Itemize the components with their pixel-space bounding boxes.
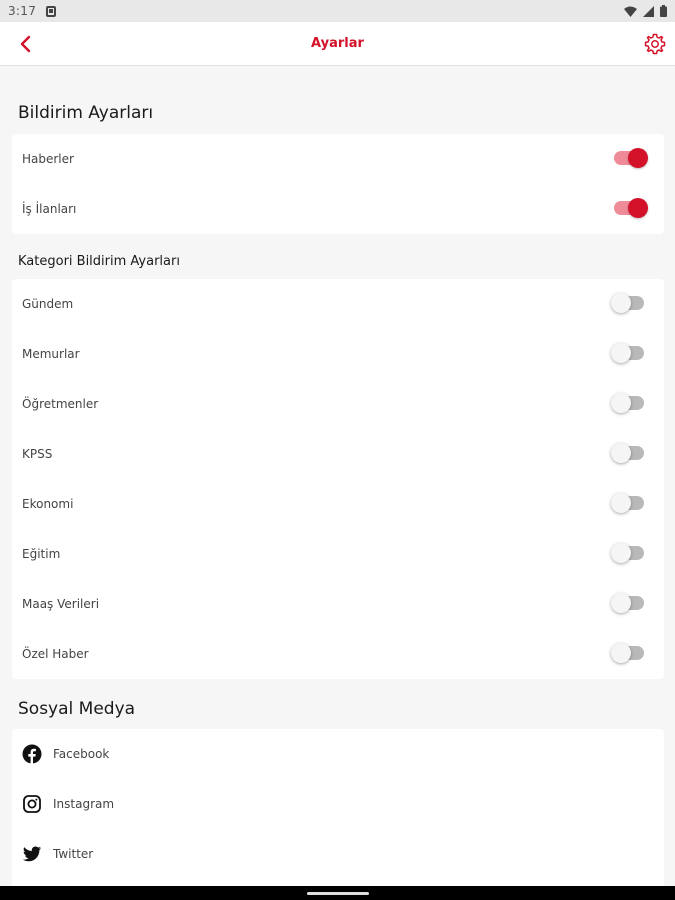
gear-icon bbox=[644, 33, 666, 55]
category-row-ekonomi[interactable]: Ekonomi bbox=[12, 479, 664, 529]
row-label: Ekonomi bbox=[22, 497, 74, 511]
row-label: Maaş Verileri bbox=[22, 597, 100, 611]
ogretmenler-toggle[interactable] bbox=[611, 393, 644, 413]
social-row-twitter[interactable]: Twitter bbox=[12, 829, 664, 879]
row-label: Memurlar bbox=[22, 347, 80, 361]
notification-settings-heading: Bildirim Ayarları bbox=[18, 103, 154, 123]
category-row-ogretmenler[interactable]: Öğretmenler bbox=[12, 379, 664, 429]
battery-icon bbox=[660, 5, 667, 17]
notification-row-haberler[interactable]: Haberler bbox=[12, 134, 664, 184]
egitim-toggle[interactable] bbox=[611, 543, 644, 563]
row-label: Twitter bbox=[53, 847, 94, 861]
instagram-icon bbox=[22, 794, 42, 814]
row-label: Instagram bbox=[53, 797, 115, 811]
is-ilanlari-toggle[interactable] bbox=[614, 198, 648, 218]
row-label: KPSS bbox=[22, 447, 53, 461]
social-media-heading: Sosyal Medya bbox=[18, 699, 136, 719]
category-row-egitim[interactable]: Eğitim bbox=[12, 529, 664, 579]
category-row-ozel-haber[interactable]: Özel Haber bbox=[12, 629, 664, 679]
row-label: Eğitim bbox=[22, 547, 61, 561]
category-row-maas-verileri[interactable]: Maaş Verileri bbox=[12, 579, 664, 629]
category-row-gundem[interactable]: Gündem bbox=[12, 279, 664, 329]
kpss-toggle[interactable] bbox=[611, 443, 644, 463]
ozel-haber-toggle[interactable] bbox=[611, 643, 644, 663]
row-label: Haberler bbox=[22, 152, 74, 166]
notification-row-is-ilanlari[interactable]: İş İlanları bbox=[12, 184, 664, 234]
home-gesture-handle[interactable] bbox=[307, 892, 369, 895]
signal-icon bbox=[643, 5, 654, 17]
app-bar: Ayarlar bbox=[0, 22, 675, 66]
row-label: Gündem bbox=[22, 297, 74, 311]
page-title: Ayarlar bbox=[311, 36, 364, 51]
row-label: Öğretmenler bbox=[22, 397, 99, 411]
category-row-memurlar[interactable]: Memurlar bbox=[12, 329, 664, 379]
twitter-icon bbox=[22, 844, 42, 864]
notification-settings-card: Haberler İş İlanları bbox=[12, 134, 664, 234]
row-label: İş İlanları bbox=[22, 202, 77, 216]
haberler-toggle[interactable] bbox=[614, 148, 648, 168]
social-row-facebook[interactable]: Facebook bbox=[12, 729, 664, 779]
maas-verileri-toggle[interactable] bbox=[611, 593, 644, 613]
gundem-toggle[interactable] bbox=[611, 293, 644, 313]
ekonomi-toggle[interactable] bbox=[611, 493, 644, 513]
settings-screen: 3:17 Ayarlar Bildirim Ayarları Haberler … bbox=[0, 0, 675, 900]
row-label: Facebook bbox=[53, 747, 110, 761]
facebook-icon bbox=[22, 744, 42, 764]
social-row-instagram[interactable]: Instagram bbox=[12, 779, 664, 829]
notification-icon bbox=[46, 5, 57, 17]
category-row-kpss[interactable]: KPSS bbox=[12, 429, 664, 479]
category-settings-heading: Kategori Bildirim Ayarları bbox=[18, 254, 180, 269]
back-button[interactable] bbox=[14, 32, 38, 56]
wifi-icon bbox=[624, 6, 637, 17]
chevron-left-icon bbox=[20, 35, 31, 53]
status-bar: 3:17 bbox=[0, 0, 675, 22]
status-time: 3:17 bbox=[8, 4, 37, 18]
settings-button[interactable] bbox=[643, 32, 667, 56]
social-media-card: Facebook Instagram Twitter bbox=[12, 729, 664, 889]
row-label: Özel Haber bbox=[22, 647, 89, 661]
memurlar-toggle[interactable] bbox=[611, 343, 644, 363]
category-settings-card: Gündem Memurlar Öğretmenler KPSS Ekonomi… bbox=[12, 279, 664, 679]
